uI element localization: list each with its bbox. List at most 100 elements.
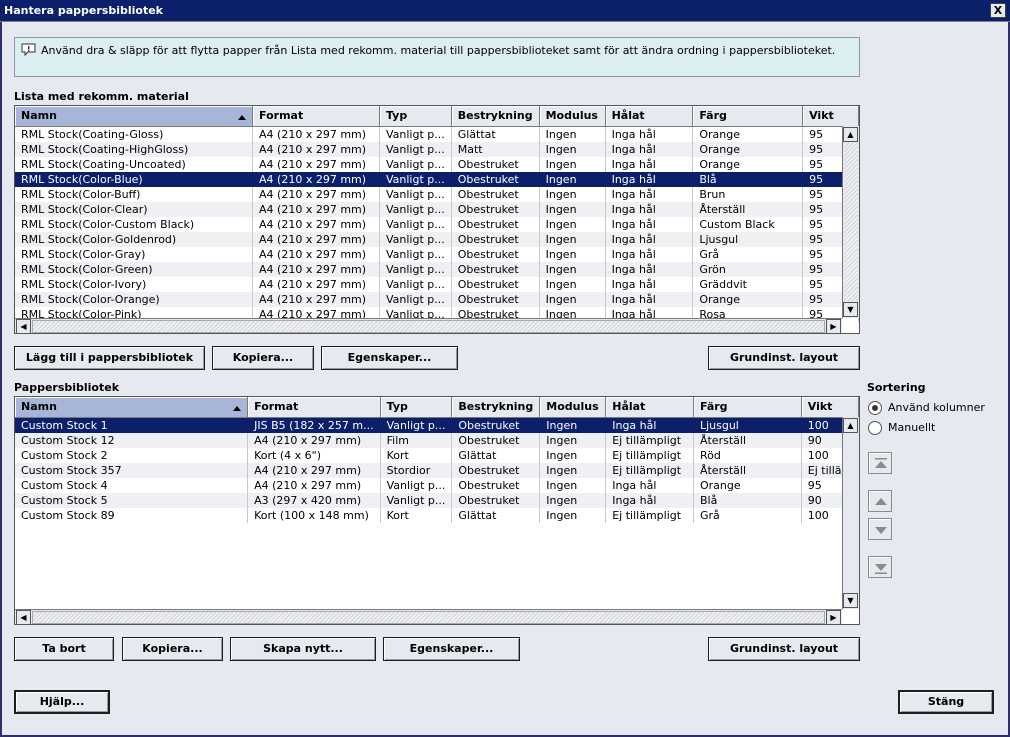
scroll-down-icon[interactable]: ▼ <box>843 593 858 608</box>
table-row[interactable]: RML Stock(Coating-Uncoated) A4 (210 x 297… <box>15 156 859 172</box>
recommended-copy-button[interactable]: Kopiera... <box>212 346 314 370</box>
table-row[interactable]: RML Stock(Color-Custom Black) A4 (210 x 2… <box>15 216 859 232</box>
table-cell: Obestruket <box>451 231 540 247</box>
column-header-label: Typ <box>385 109 408 123</box>
table-cell: Inga hål <box>605 201 694 217</box>
column-header[interactable]: Hålat <box>605 106 694 127</box>
create-new-button[interactable]: Skapa nytt... <box>230 637 376 661</box>
table-cell: A4 (210 x 297 mm) <box>247 477 381 493</box>
close-window-button[interactable]: X <box>990 3 1006 18</box>
column-header[interactable]: Typ <box>380 397 453 418</box>
column-header[interactable]: Hålat <box>605 397 694 418</box>
table-row[interactable]: RML Stock(Color-Green) A4 (210 x 297 mm) V… <box>15 261 859 277</box>
table-cell: Inga hål <box>605 186 694 202</box>
column-header[interactable]: Format <box>247 397 381 418</box>
table-cell: Vanligt p... <box>380 492 453 508</box>
column-header[interactable]: Färg <box>693 397 802 418</box>
scroll-up-icon[interactable]: ▲ <box>843 127 858 142</box>
column-header[interactable]: Modulus <box>539 397 607 418</box>
sort-by-columns-radio[interactable]: Använd kolumner <box>868 400 985 416</box>
add-to-library-button[interactable]: Lägg till i pappersbibliotek <box>14 346 205 370</box>
table-row[interactable]: RML Stock(Color-Goldenrod) A4 (210 x 297 … <box>15 231 859 247</box>
table-cell: A4 (210 x 297 mm) <box>252 126 380 142</box>
recommended-reset-layout-button[interactable]: Grundinst. layout <box>708 346 860 370</box>
library-vertical-scrollbar[interactable]: ▲ ▼ <box>842 417 859 609</box>
library-table[interactable]: Namn Format Typ Bestrykning Modulus Hålat Färg… <box>14 396 860 625</box>
library-copy-button[interactable]: Kopiera... <box>122 637 223 661</box>
help-button[interactable]: Hjälp... <box>14 690 110 714</box>
recommended-vertical-scrollbar[interactable]: ▲ ▼ <box>842 126 859 318</box>
scroll-left-icon[interactable]: ◀ <box>16 610 31 624</box>
column-header[interactable]: Namn <box>15 106 254 127</box>
move-to-bottom-button[interactable] <box>868 556 892 578</box>
table-row[interactable]: RML Stock(Color-Blue) A4 (210 x 297 mm) Va… <box>15 171 859 187</box>
table-cell: Ingen <box>539 462 607 478</box>
table-cell: RML Stock(Color-Blue) <box>15 171 254 187</box>
table-row[interactable]: Custom Stock 4 A4 (210 x 297 mm) Vanligt p… <box>15 477 859 493</box>
recommended-horizontal-scrollbar[interactable]: ◀ ▶ <box>15 318 842 333</box>
table-row[interactable]: Custom Stock 5 A3 (297 x 420 mm) Vanligt p… <box>15 492 859 508</box>
table-row[interactable]: Custom Stock 1 JIS B5 (182 x 257 m... Vanl… <box>15 417 859 433</box>
column-header[interactable]: Vikt <box>801 397 859 418</box>
scroll-right-icon[interactable]: ▶ <box>826 319 841 333</box>
column-header[interactable]: Bestrykning <box>451 397 541 418</box>
table-cell: Ingen <box>539 477 607 493</box>
column-header[interactable]: Namn <box>15 397 249 418</box>
table-cell: Obestruket <box>451 432 541 448</box>
table-row[interactable]: RML Stock(Color-Ivory) A4 (210 x 297 mm) V… <box>15 276 859 292</box>
scroll-track[interactable] <box>32 320 825 333</box>
column-header[interactable]: Färg <box>692 106 804 127</box>
delete-button[interactable]: Ta bort <box>14 637 114 661</box>
column-header[interactable]: Modulus <box>539 106 606 127</box>
library-reset-layout-button[interactable]: Grundinst. layout <box>708 637 860 661</box>
table-cell: Vanligt p... <box>379 261 452 277</box>
table-cell: Custom Stock 89 <box>15 507 249 523</box>
table-cell: Custom Black <box>692 216 804 232</box>
recommended-table[interactable]: Namn Format Typ Bestrykning Modulus Hålat Färg… <box>14 105 860 334</box>
table-row[interactable]: Custom Stock 357 A4 (210 x 297 mm) Stordio… <box>15 462 859 478</box>
column-header[interactable]: Typ <box>379 106 452 127</box>
scroll-track[interactable] <box>32 611 825 624</box>
table-cell: Ej tillämpligt <box>605 447 694 463</box>
sort-manual-radio[interactable]: Manuellt <box>868 420 935 436</box>
table-cell: Vanligt p... <box>379 276 452 292</box>
library-horizontal-scrollbar[interactable]: ◀ ▶ <box>15 609 842 624</box>
column-header-label: Hålat <box>611 109 645 123</box>
table-row[interactable]: RML Stock(Coating-Gloss) A4 (210 x 297 mm… <box>15 126 859 142</box>
table-cell: Vanligt p... <box>380 417 453 433</box>
recommended-list-label: Lista med rekomm. material <box>14 90 189 103</box>
table-cell: A4 (210 x 297 mm) <box>252 291 380 307</box>
table-row[interactable]: RML Stock(Color-Buff) A4 (210 x 297 mm) Va… <box>15 186 859 202</box>
column-header[interactable]: Bestrykning <box>451 106 540 127</box>
scroll-up-icon[interactable]: ▲ <box>843 418 858 433</box>
table-row[interactable]: Custom Stock 89 Kort (100 x 148 mm) Kort Gl… <box>15 507 859 523</box>
close-button[interactable]: Stäng <box>898 690 994 714</box>
scroll-right-icon[interactable]: ▶ <box>826 610 841 624</box>
move-up-button[interactable] <box>868 490 892 512</box>
table-row[interactable]: Custom Stock 12 A4 (210 x 297 mm) Film Obes… <box>15 432 859 448</box>
column-header[interactable]: Vikt <box>802 106 859 127</box>
column-header[interactable]: Format <box>252 106 380 127</box>
table-row[interactable]: RML Stock(Color-Orange) A4 (210 x 297 mm)… <box>15 291 859 307</box>
table-cell: Orange <box>693 477 802 493</box>
table-row[interactable]: RML Stock(Color-Clear) A4 (210 x 297 mm) V… <box>15 201 859 217</box>
table-cell: Ingen <box>539 186 606 202</box>
recommended-properties-button[interactable]: Egenskaper... <box>321 346 458 370</box>
scroll-down-icon[interactable]: ▼ <box>843 302 858 317</box>
move-down-button[interactable] <box>868 518 892 540</box>
table-row[interactable]: Custom Stock 2 Kort (4 x 6") Kort Glättat In… <box>15 447 859 463</box>
move-up-icon <box>875 498 887 505</box>
radio-unselected-icon[interactable] <box>868 421 882 435</box>
table-cell: A4 (210 x 297 mm) <box>252 171 380 187</box>
radio-selected-icon[interactable] <box>868 401 882 415</box>
table-cell: A4 (210 x 297 mm) <box>252 201 380 217</box>
library-properties-button[interactable]: Egenskaper... <box>383 637 520 661</box>
table-row[interactable]: RML Stock(Coating-HighGloss) A4 (210 x 29… <box>15 141 859 157</box>
table-row[interactable]: RML Stock(Color-Gray) A4 (210 x 297 mm) Va… <box>15 246 859 262</box>
table-cell: Orange <box>692 141 804 157</box>
table-cell: Vanligt p... <box>379 246 452 262</box>
column-header-label: Bestrykning <box>457 109 533 123</box>
move-to-top-button[interactable] <box>868 452 892 474</box>
scroll-left-icon[interactable]: ◀ <box>16 319 31 333</box>
scroll-track[interactable] <box>844 143 858 301</box>
